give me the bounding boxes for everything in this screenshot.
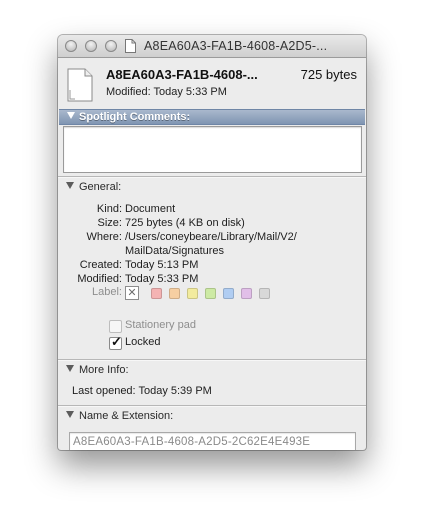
modified-value: Today 5:33 PM: [125, 273, 199, 285]
label-red-swatch[interactable]: [151, 288, 162, 299]
where-value-line2: MailData/Signatures: [125, 245, 225, 257]
info-window: A8EA60A3-FA1B-4608-A2D5-... A8EA60A3-FA1…: [58, 35, 366, 450]
checkmark-icon: ✓: [111, 334, 122, 349]
label-gray-swatch[interactable]: [259, 288, 270, 299]
created-value: Today 5:13 PM: [125, 259, 199, 271]
section-title: General:: [79, 181, 122, 193]
separator: [58, 405, 366, 407]
locked-checkbox[interactable]: ✓: [109, 334, 122, 350]
label-yellow-swatch[interactable]: [187, 288, 198, 299]
size-value: 725 bytes (4 KB on disk): [125, 217, 245, 229]
where-value-line1: /Users/coneybeare/Library/Mail/V2/: [125, 231, 297, 243]
locked-label: Locked: [125, 336, 161, 348]
name-extension-field[interactable]: [70, 433, 355, 450]
last-opened: Last opened: Today 5:39 PM: [72, 385, 212, 397]
modified-date: Modified: Today 5:33 PM: [106, 86, 227, 98]
label-purple-swatch[interactable]: [241, 288, 252, 299]
spotlight-comments-field[interactable]: [63, 126, 362, 173]
file-name: A8EA60A3-FA1B-4608-...: [106, 67, 258, 82]
stationery-pad-checkbox[interactable]: [109, 320, 122, 333]
window-title: A8EA60A3-FA1B-4608-A2D5-...: [144, 39, 328, 53]
modified-label: Modified:: [77, 273, 122, 285]
close-button[interactable]: [65, 40, 77, 52]
created-label: Created:: [79, 259, 122, 271]
stationery-pad-label: Stationery pad: [125, 319, 196, 331]
section-title: More Info:: [79, 364, 129, 376]
disclosure-triangle-icon[interactable]: [66, 411, 74, 418]
label-green-swatch[interactable]: [205, 288, 216, 299]
label-orange-swatch[interactable]: [169, 288, 180, 299]
spotlight-comments-header[interactable]: Spotlight Comments:: [59, 109, 365, 125]
label-label: Label:: [92, 286, 122, 298]
size-label: Size:: [97, 217, 122, 229]
disclosure-triangle-icon[interactable]: [66, 365, 74, 372]
disclosure-triangle-icon[interactable]: [67, 112, 75, 119]
where-label: Where:: [86, 231, 122, 243]
more-info-section-header[interactable]: More Info:: [66, 364, 129, 376]
separator: [58, 359, 366, 361]
minimize-button[interactable]: [85, 40, 97, 52]
name-extension-section-header[interactable]: Name & Extension:: [66, 410, 173, 422]
section-title: Spotlight Comments:: [79, 111, 191, 123]
document-icon: [67, 68, 93, 102]
general-section-header[interactable]: General:: [66, 181, 121, 193]
label-blue-swatch[interactable]: [223, 288, 234, 299]
section-title: Name & Extension:: [79, 410, 174, 422]
zoom-button[interactable]: [105, 40, 117, 52]
disclosure-triangle-icon[interactable]: [66, 182, 74, 189]
file-size: 725 bytes: [300, 67, 357, 82]
kind-label: Kind:: [96, 203, 122, 215]
kind-value: Document: [125, 203, 176, 215]
name-extension-field-container: [69, 432, 356, 450]
separator: [58, 176, 366, 178]
label-none-button[interactable]: ✕: [125, 286, 139, 300]
title-bar[interactable]: A8EA60A3-FA1B-4608-A2D5-...: [58, 35, 366, 58]
document-icon: [125, 39, 136, 53]
